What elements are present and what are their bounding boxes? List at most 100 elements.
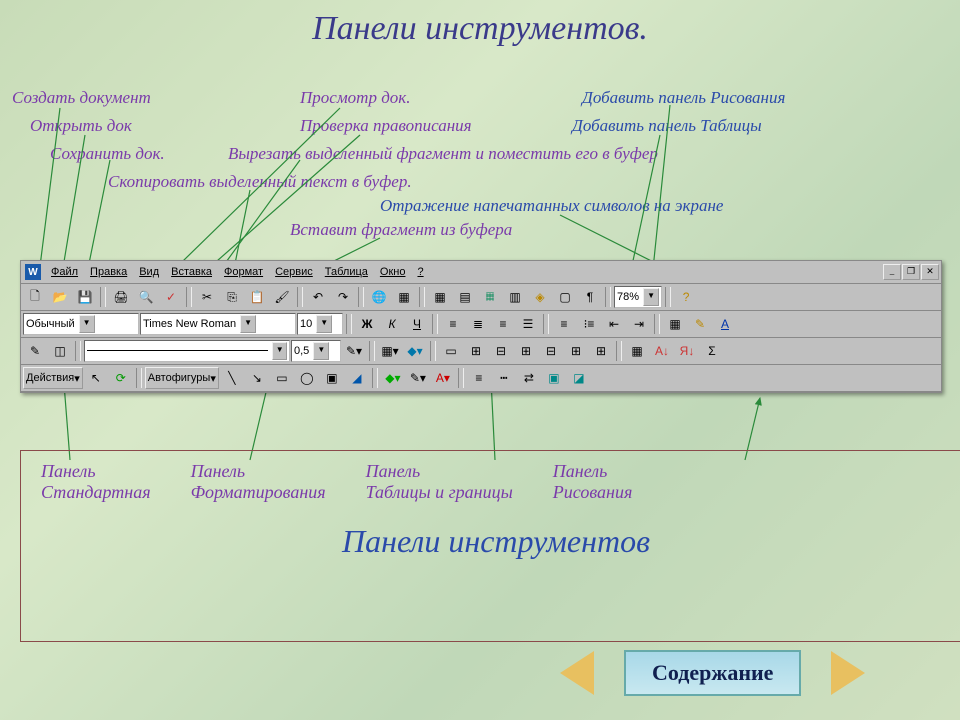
win-restore-icon[interactable]: ❐ [902, 264, 920, 280]
ann-preview: Просмотр док. [300, 88, 411, 108]
tables-toolbar: ✎ ◫ ▼ 0,5▼ ✎▾ ▦▾ ◆▾ ▭ ⊞ ⊟ ⊞ ⊟ ⊞ ⊞ ▦ А↓ Я… [21, 338, 941, 365]
sort-desc-icon[interactable]: Я↓ [675, 339, 699, 363]
actions-menu[interactable]: Действия ▾ [23, 367, 83, 389]
prev-arrow-icon[interactable] [560, 651, 594, 695]
menu-file[interactable]: Файл [45, 264, 84, 280]
borders-icon[interactable]: ▦ [663, 312, 687, 336]
ann-add-draw: Добавить панель Рисования [582, 88, 785, 108]
align-right-icon[interactable]: ≡ [491, 312, 515, 336]
legend-box: ПанельСтандартная ПанельФорматирования П… [20, 450, 960, 642]
line-style-combo[interactable]: ▼ [84, 340, 290, 362]
align-justify-icon[interactable]: ☰ [516, 312, 540, 336]
doc-map-icon[interactable]: ▢ [553, 285, 577, 309]
arrow-style-icon[interactable]: ⇄ [517, 366, 541, 390]
fill-color-icon[interactable]: ◆▾ [403, 339, 427, 363]
outside-border-icon[interactable]: ▦▾ [378, 339, 402, 363]
dist-rows-icon[interactable]: ⊞ [564, 339, 588, 363]
bullet-list-icon[interactable]: ⁝≡ [577, 312, 601, 336]
border-color-icon[interactable]: ✎▾ [342, 339, 366, 363]
standard-toolbar: 🗋 📂 💾 🖨 🔍 ✓ ✂ ⎘ 📋 🖌 ↶ ↷ 🌐 ▦ ▦ ▤ 𝄜 ▥ ◈ ▢ … [21, 284, 941, 311]
align-left-icon[interactable]: ≡ [441, 312, 465, 336]
fill-color2-icon[interactable]: ◆▾ [381, 366, 405, 390]
menu-tools[interactable]: Сервис [269, 264, 319, 280]
italic-button[interactable]: К [380, 312, 404, 336]
font-combo[interactable]: Times New Roman▼ [140, 313, 296, 335]
drawing-panel-icon[interactable]: ◈ [528, 285, 552, 309]
print-icon[interactable]: 🖨 [109, 285, 133, 309]
redo-icon[interactable]: ↷ [331, 285, 355, 309]
preview-icon[interactable]: 🔍 [134, 285, 158, 309]
highlight-icon[interactable]: ✎ [688, 312, 712, 336]
sort-asc-icon[interactable]: А↓ [650, 339, 674, 363]
columns-icon[interactable]: ▥ [503, 285, 527, 309]
cut-icon[interactable]: ✂ [195, 285, 219, 309]
autoformat-icon[interactable]: ▦ [625, 339, 649, 363]
autosum-icon[interactable]: Σ [700, 339, 724, 363]
menu-help[interactable]: ? [411, 264, 429, 280]
split-cells-icon[interactable]: ⊞ [464, 339, 488, 363]
leg-fmt-a: Панель [191, 461, 326, 482]
align-bot-icon[interactable]: ⊟ [539, 339, 563, 363]
help-icon[interactable]: ? [674, 285, 698, 309]
style-combo[interactable]: Обычный▼ [23, 313, 139, 335]
outdent-icon[interactable]: ⇤ [602, 312, 626, 336]
contents-button[interactable]: Содержание [624, 650, 801, 696]
bold-button[interactable]: Ж [355, 312, 379, 336]
align-mid-icon[interactable]: ⊞ [514, 339, 538, 363]
paste-icon[interactable]: 📋 [245, 285, 269, 309]
web-toolbar-icon[interactable]: ▦ [392, 285, 416, 309]
3d-icon[interactable]: ◪ [567, 366, 591, 390]
font-color-icon[interactable]: А [713, 312, 737, 336]
numbered-list-icon[interactable]: ≡ [552, 312, 576, 336]
spellcheck-icon[interactable]: ✓ [159, 285, 183, 309]
autoshapes-menu[interactable]: Автофигуры ▾ [145, 367, 219, 389]
hyperlink-icon[interactable]: 🌐 [367, 285, 391, 309]
dash-style-icon[interactable]: ┅ [492, 366, 516, 390]
select-arrow-icon[interactable]: ↖ [84, 366, 108, 390]
save-icon[interactable]: 💾 [73, 285, 97, 309]
word-toolbars: W Файл Правка Вид Вставка Формат Сервис … [20, 260, 942, 393]
arrow-icon[interactable]: ↘ [245, 366, 269, 390]
underline-button[interactable]: Ч [405, 312, 429, 336]
size-combo[interactable]: 10▼ [297, 313, 343, 335]
insert-table-icon[interactable]: ▤ [453, 285, 477, 309]
pilcrow-icon[interactable]: ¶ [578, 285, 602, 309]
next-arrow-icon[interactable] [831, 651, 865, 695]
win-min-icon[interactable]: _ [883, 264, 901, 280]
excel-icon[interactable]: 𝄜 [478, 285, 502, 309]
menu-table[interactable]: Таблица [319, 264, 374, 280]
line-icon[interactable]: ╲ [220, 366, 244, 390]
menu-view[interactable]: Вид [133, 264, 165, 280]
indent-icon[interactable]: ⇥ [627, 312, 651, 336]
align-top-icon[interactable]: ⊟ [489, 339, 513, 363]
menu-window[interactable]: Окно [374, 264, 412, 280]
rect-icon[interactable]: ▭ [270, 366, 294, 390]
merge-cells-icon[interactable]: ▭ [439, 339, 463, 363]
copy-icon[interactable]: ⎘ [220, 285, 244, 309]
menu-edit[interactable]: Правка [84, 264, 133, 280]
new-doc-icon[interactable]: 🗋 [23, 285, 47, 309]
undo-icon[interactable]: ↶ [306, 285, 330, 309]
oval-icon[interactable]: ◯ [295, 366, 319, 390]
leg-std-b: Стандартная [41, 482, 151, 503]
draw-table-icon[interactable]: ✎ [23, 339, 47, 363]
zoom-combo[interactable]: 78%▼ [614, 286, 662, 308]
font-color2-icon[interactable]: А▾ [431, 366, 455, 390]
eraser-icon[interactable]: ◫ [48, 339, 72, 363]
line-weight-combo[interactable]: 0,5▼ [291, 340, 341, 362]
open-icon[interactable]: 📂 [48, 285, 72, 309]
ann-save: Сохранить док. [50, 144, 165, 164]
menu-format[interactable]: Формат [218, 264, 269, 280]
dist-cols-icon[interactable]: ⊞ [589, 339, 613, 363]
tables-borders-icon[interactable]: ▦ [428, 285, 452, 309]
format-painter-icon[interactable]: 🖌 [270, 285, 294, 309]
line-style-icon[interactable]: ≡ [467, 366, 491, 390]
win-close-icon[interactable]: ✕ [921, 264, 939, 280]
align-center-icon[interactable]: ≣ [466, 312, 490, 336]
line-color-icon[interactable]: ✎▾ [406, 366, 430, 390]
textbox-icon[interactable]: ▣ [320, 366, 344, 390]
rotate-icon[interactable]: ⟳ [109, 366, 133, 390]
shadow-icon[interactable]: ▣ [542, 366, 566, 390]
menu-insert[interactable]: Вставка [165, 264, 218, 280]
wordart-icon[interactable]: ◢ [345, 366, 369, 390]
